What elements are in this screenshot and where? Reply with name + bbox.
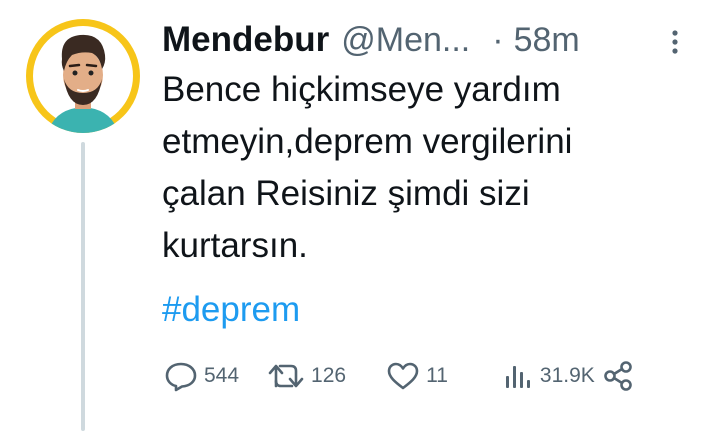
author-name[interactable]: Mendebur (162, 20, 329, 60)
retweet-button[interactable]: 126 (267, 360, 346, 392)
hashtag-link[interactable]: #deprem (162, 284, 300, 336)
thread-line (81, 142, 85, 431)
reply-icon (165, 362, 197, 392)
tweet-text-line: Bence hiçkimseye yardım (162, 70, 561, 109)
like-count: 11 (426, 364, 448, 387)
more-options-icon[interactable] (668, 28, 682, 56)
reply-count: 544 (204, 364, 240, 387)
tweet-header: Mendebur @Men... · 58m (162, 18, 580, 62)
views-button[interactable]: 31.9K (502, 360, 595, 392)
tweet-actions: 544 126 11 31.9K (164, 358, 635, 394)
views-count: 31.9K (539, 364, 595, 387)
reply-button[interactable]: 544 (164, 360, 239, 392)
tweet-text-line: etmeyin,deprem vergilerini (162, 122, 573, 161)
separator-dot: · (492, 20, 504, 59)
retweet-count: 126 (311, 364, 347, 387)
tweet-text-line: çalan Reisiniz şimdi sizi (162, 174, 530, 213)
tweet-text: Bence hiçkimseye yardım etmeyin,deprem v… (162, 64, 702, 272)
share-icon (603, 361, 632, 391)
share-button[interactable] (601, 360, 635, 392)
views-icon (505, 366, 530, 388)
retweet-icon (268, 364, 304, 388)
author-handle[interactable]: @Men... (341, 21, 470, 60)
avatar[interactable] (26, 19, 140, 133)
avatar-illustration (33, 26, 133, 133)
tweet-time[interactable]: 58m (514, 21, 580, 60)
tweet-text-line: kurtarsın. (162, 226, 308, 265)
heart-icon (387, 362, 419, 390)
like-button[interactable]: 11 (386, 360, 448, 392)
